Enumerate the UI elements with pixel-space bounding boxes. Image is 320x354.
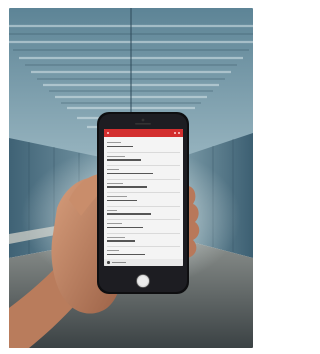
list-item [107,153,180,166]
list-item [107,166,180,180]
menu-icon [107,132,109,134]
list-item [107,207,180,220]
list-item [107,139,180,153]
list-item [107,220,180,234]
app-bar [104,129,183,137]
app-bar-actions [174,132,180,134]
bottom-icon [107,261,110,264]
list-item [107,193,180,207]
list-item [107,180,180,193]
search-icon [174,132,176,134]
settings-list [104,137,183,261]
list-item [107,234,180,247]
phone-screen [104,129,183,266]
more-icon [178,132,180,134]
bottom-bar [104,259,183,266]
